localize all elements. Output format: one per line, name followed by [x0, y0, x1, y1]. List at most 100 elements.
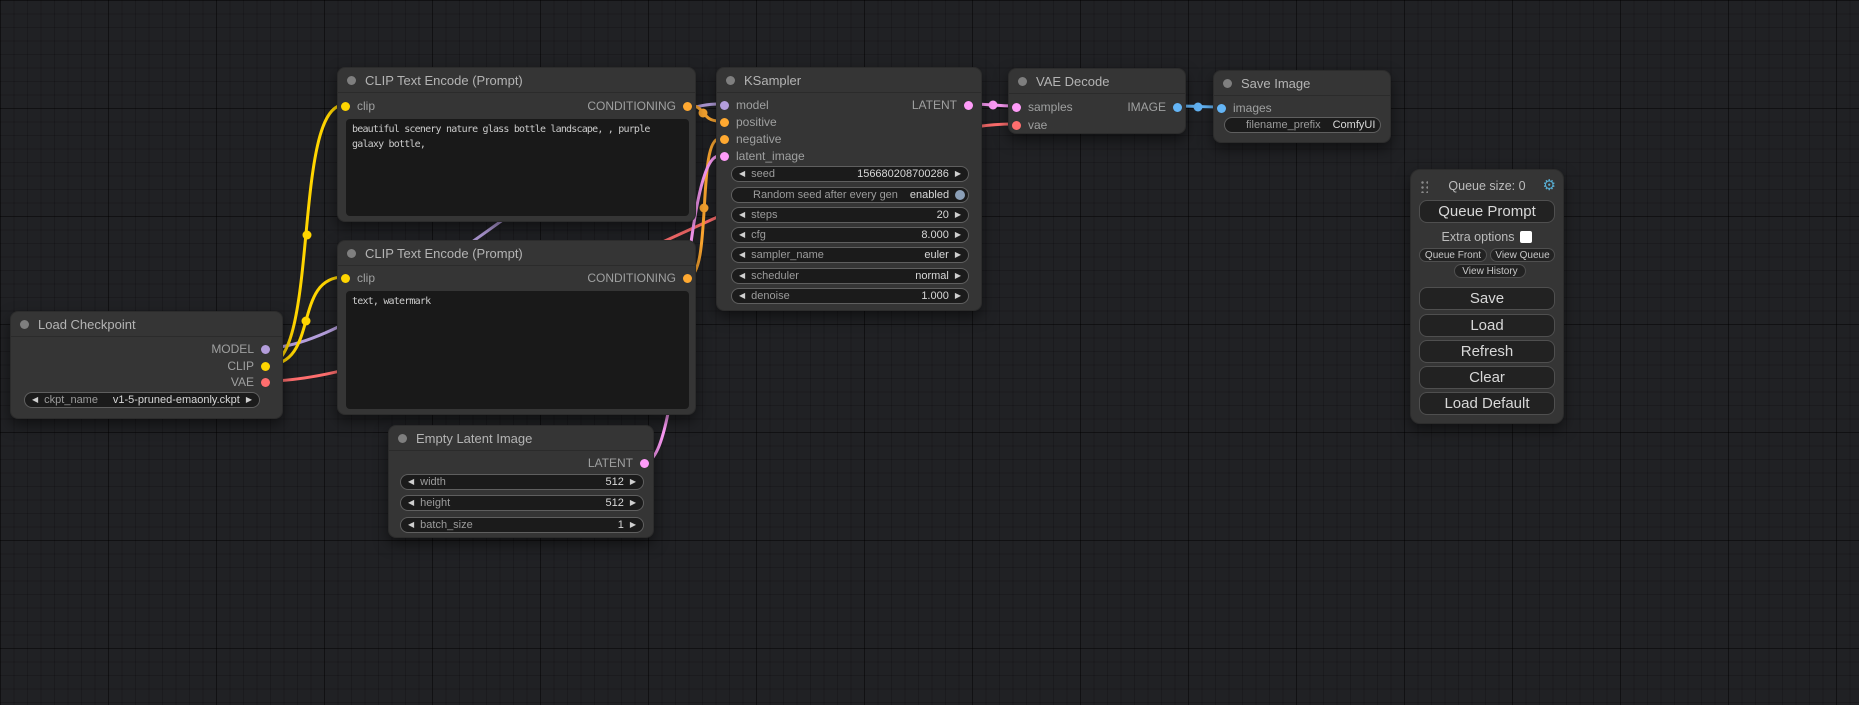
collapse-dot-icon[interactable] — [347, 76, 356, 85]
node-vae-decode[interactable]: VAE Decode samples IMAGE vae — [1008, 68, 1186, 134]
input-slot-samples: samples — [1012, 99, 1073, 115]
prompt-textarea[interactable]: beautiful scenery nature glass bottle la… — [346, 119, 689, 216]
load-default-button[interactable]: Load Default — [1419, 392, 1555, 415]
queue-panel[interactable]: Queue size: 0 ⚙ Queue Prompt Extra optio… — [1410, 169, 1564, 424]
node-header[interactable]: Save Image — [1214, 71, 1390, 96]
height-widget[interactable]: ◀ height 512 ▶ — [400, 495, 644, 511]
clear-button[interactable]: Clear — [1419, 366, 1555, 389]
vae-port-icon[interactable] — [1012, 121, 1021, 130]
widget-label: sampler_name — [751, 249, 824, 261]
widget-value: normal — [811, 270, 949, 282]
width-widget[interactable]: ◀ width 512 ▶ — [400, 474, 644, 490]
denoise-widget[interactable]: ◀ denoise 1.000 ▶ — [731, 288, 969, 304]
extra-options-checkbox[interactable] — [1520, 231, 1532, 243]
view-queue-button[interactable]: View Queue — [1490, 248, 1555, 262]
queue-front-button[interactable]: Queue Front — [1419, 248, 1487, 262]
conditioning-port-icon[interactable] — [720, 135, 729, 144]
seed-widget[interactable]: ◀ seed 156680208700286 ▶ — [731, 166, 969, 182]
latent-port-icon[interactable] — [720, 152, 729, 161]
collapse-dot-icon[interactable] — [20, 320, 29, 329]
load-button[interactable]: Load — [1419, 314, 1555, 337]
collapse-dot-icon[interactable] — [347, 249, 356, 258]
drag-handle-icon[interactable] — [1420, 180, 1428, 193]
clip-port-icon[interactable] — [341, 102, 350, 111]
increment-arrow-icon[interactable]: ▶ — [955, 251, 961, 259]
decrement-arrow-icon[interactable]: ◀ — [32, 396, 38, 404]
clip-port-icon[interactable] — [261, 362, 270, 371]
vae-port-icon[interactable] — [261, 378, 270, 387]
node-header[interactable]: Empty Latent Image — [389, 426, 653, 451]
view-history-button[interactable]: View History — [1454, 264, 1526, 278]
latent-port-icon[interactable] — [964, 101, 973, 110]
refresh-button[interactable]: Refresh — [1419, 340, 1555, 363]
node-header[interactable]: CLIP Text Encode (Prompt) — [338, 68, 695, 93]
collapse-dot-icon[interactable] — [398, 434, 407, 443]
conditioning-port-icon[interactable] — [683, 102, 692, 111]
node-load-checkpoint[interactable]: Load Checkpoint MODEL CLIP VAE ◀ ckpt_na… — [10, 311, 283, 419]
prompt-textarea[interactable]: text, watermark — [346, 291, 689, 409]
decrement-arrow-icon[interactable]: ◀ — [739, 292, 745, 300]
collapse-dot-icon[interactable] — [1223, 79, 1232, 88]
widget-value: euler — [836, 249, 949, 261]
gear-icon[interactable]: ⚙ — [1543, 177, 1556, 195]
sampler-name-widget[interactable]: ◀ sampler_name euler ▶ — [731, 247, 969, 263]
collapse-dot-icon[interactable] — [726, 76, 735, 85]
batch-size-widget[interactable]: ◀ batch_size 1 ▶ — [400, 517, 644, 533]
random-seed-toggle-widget[interactable]: Random seed after every gen enabled — [731, 187, 969, 203]
toggle-enabled-icon[interactable] — [955, 190, 965, 200]
output-slot-latent: LATENT — [912, 97, 973, 113]
increment-arrow-icon[interactable]: ▶ — [955, 272, 961, 280]
decrement-arrow-icon[interactable]: ◀ — [408, 478, 414, 486]
increment-arrow-icon[interactable]: ▶ — [630, 499, 636, 507]
node-title: KSampler — [744, 73, 801, 88]
decrement-arrow-icon[interactable]: ◀ — [739, 170, 745, 178]
save-button[interactable]: Save — [1419, 287, 1555, 310]
model-port-icon[interactable] — [261, 345, 270, 354]
conditioning-port-icon[interactable] — [683, 274, 692, 283]
input-slot-vae: vae — [1012, 117, 1047, 133]
decrement-arrow-icon[interactable]: ◀ — [739, 211, 745, 219]
node-empty-latent-image[interactable]: Empty Latent Image LATENT ◀ width 512 ▶ … — [388, 425, 654, 538]
widget-value: 8.000 — [778, 229, 949, 241]
decrement-arrow-icon[interactable]: ◀ — [408, 499, 414, 507]
model-port-icon[interactable] — [720, 101, 729, 110]
increment-arrow-icon[interactable]: ▶ — [955, 292, 961, 300]
increment-arrow-icon[interactable]: ▶ — [955, 231, 961, 239]
node-header[interactable]: VAE Decode — [1009, 69, 1185, 94]
node-header[interactable]: Load Checkpoint — [11, 312, 282, 337]
latent-port-icon[interactable] — [1012, 103, 1021, 112]
decrement-arrow-icon[interactable]: ◀ — [739, 251, 745, 259]
node-clip-text-encode-positive[interactable]: CLIP Text Encode (Prompt) clip CONDITION… — [337, 67, 696, 222]
steps-widget[interactable]: ◀ steps 20 ▶ — [731, 207, 969, 223]
increment-arrow-icon[interactable]: ▶ — [955, 211, 961, 219]
widget-label: ckpt_name — [44, 394, 98, 406]
widget-label: cfg — [751, 229, 766, 241]
decrement-arrow-icon[interactable]: ◀ — [739, 231, 745, 239]
ckpt-name-widget[interactable]: ◀ ckpt_name v1-5-pruned-emaonly.ckpt ▶ — [24, 392, 260, 408]
filename-prefix-widget[interactable]: filename_prefix ComfyUI — [1224, 117, 1381, 133]
node-ksampler[interactable]: KSampler model positive negative latent_… — [716, 67, 982, 311]
slot-label: CLIP — [227, 359, 254, 373]
node-clip-text-encode-negative[interactable]: CLIP Text Encode (Prompt) clip CONDITION… — [337, 240, 696, 415]
increment-arrow-icon[interactable]: ▶ — [630, 478, 636, 486]
image-port-icon[interactable] — [1173, 103, 1182, 112]
increment-arrow-icon[interactable]: ▶ — [630, 521, 636, 529]
node-save-image[interactable]: Save Image images filename_prefix ComfyU… — [1213, 70, 1391, 143]
scheduler-widget[interactable]: ◀ scheduler normal ▶ — [731, 268, 969, 284]
node-graph-canvas[interactable]: Load Checkpoint MODEL CLIP VAE ◀ ckpt_na… — [0, 0, 1859, 705]
widget-label: batch_size — [420, 519, 473, 531]
clip-port-icon[interactable] — [341, 274, 350, 283]
input-slot-negative: negative — [720, 131, 781, 147]
queue-prompt-button[interactable]: Queue Prompt — [1419, 200, 1555, 223]
collapse-dot-icon[interactable] — [1018, 77, 1027, 86]
cfg-widget[interactable]: ◀ cfg 8.000 ▶ — [731, 227, 969, 243]
increment-arrow-icon[interactable]: ▶ — [246, 396, 252, 404]
conditioning-port-icon[interactable] — [720, 118, 729, 127]
node-header[interactable]: KSampler — [717, 68, 981, 93]
decrement-arrow-icon[interactable]: ◀ — [739, 272, 745, 280]
decrement-arrow-icon[interactable]: ◀ — [408, 521, 414, 529]
latent-port-icon[interactable] — [640, 459, 649, 468]
image-port-icon[interactable] — [1217, 104, 1226, 113]
node-header[interactable]: CLIP Text Encode (Prompt) — [338, 241, 695, 266]
increment-arrow-icon[interactable]: ▶ — [955, 170, 961, 178]
